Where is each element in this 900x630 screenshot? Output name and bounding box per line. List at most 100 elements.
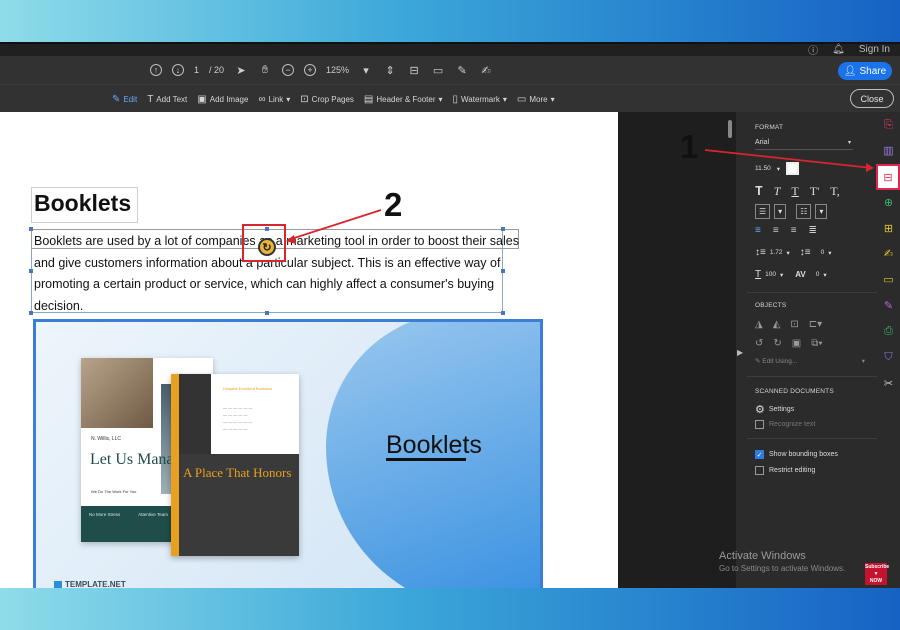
chevron-down-icon[interactable]: ▾ <box>815 204 828 219</box>
underline-icon[interactable]: T <box>791 184 798 199</box>
bell-icon[interactable]: 🔔︎ <box>832 44 845 55</box>
link-icon: ∞ <box>258 93 266 105</box>
create-pdf-icon[interactable]: ⊕ <box>880 194 897 211</box>
help-icon[interactable]: ⓘ <box>808 42 818 57</box>
crop-icon[interactable]: ⊡ <box>790 319 798 330</box>
chevron-down-icon[interactable]: ▾ <box>780 271 783 279</box>
close-button[interactable]: Close <box>850 89 894 108</box>
share-button[interactable]: 👤︎ Share <box>838 62 892 80</box>
rotate-right-icon[interactable]: ↻ <box>773 338 781 349</box>
show-bounding-boxes-checkbox[interactable]: ✓ <box>755 450 764 459</box>
chevron-down-icon[interactable]: ▾ <box>359 63 373 77</box>
edit-using-select[interactable]: ✎ Edit Using... ▾ <box>755 357 865 365</box>
bullet-list-icon[interactable]: ☰ <box>755 204 771 219</box>
align-right-icon[interactable]: ≡ <box>791 225 797 236</box>
panel-scrollbar[interactable] <box>728 120 732 138</box>
numbered-list-icon[interactable]: ☷ <box>796 204 812 219</box>
crop-pages-label: Crop Pages <box>311 94 354 104</box>
restrict-editing-checkbox[interactable] <box>755 466 764 475</box>
font-family-select[interactable]: Arial ▾ <box>755 139 853 150</box>
divider <box>747 438 877 439</box>
resize-handle[interactable] <box>29 269 33 273</box>
zoom-in-icon[interactable]: + <box>304 64 317 76</box>
more-tool[interactable]: ▭ More ▾ <box>517 94 555 105</box>
select-cursor-icon[interactable]: ➤ <box>234 63 248 77</box>
align-left-icon[interactable]: ≡ <box>755 225 761 236</box>
print-icon[interactable]: ⎙ <box>880 323 897 340</box>
subscript-icon[interactable]: T, <box>830 184 839 199</box>
export-pdf-icon[interactable]: ⎘ <box>880 117 897 134</box>
font-size-select[interactable]: 11.50 <box>755 165 771 172</box>
header-footer-label: Header & Footer <box>376 94 436 104</box>
organize-pages-icon[interactable]: ▥ <box>880 142 897 159</box>
subscribe-line-2: NOW <box>869 578 883 584</box>
edit-tool[interactable]: ✎ Edit <box>112 94 137 105</box>
fill-sign-icon[interactable]: ✍︎ <box>880 245 897 262</box>
pen-icon[interactable]: ✎ <box>455 63 469 77</box>
chevron-down-icon[interactable]: ▾ <box>777 165 780 173</box>
scroll-mode-icon[interactable]: ⊟ <box>407 63 421 77</box>
booklets-image[interactable]: N. Willis, LLC Let Us Manage We Do The W… <box>33 319 543 588</box>
restrict-editing-option[interactable]: Restrict editing <box>755 466 815 475</box>
recognize-text-option[interactable]: Recognize text <box>755 420 815 429</box>
crop-pages-tool[interactable]: ⊡ Crop Pages <box>300 94 354 105</box>
hand-tool-icon[interactable]: ✋︎ <box>258 63 272 77</box>
image-icon: ▣ <box>197 93 207 105</box>
fit-page-icon[interactable]: ⇕ <box>383 63 397 77</box>
align-center-icon[interactable]: ≡ <box>773 225 779 236</box>
collapse-panel-icon[interactable]: ▶ <box>737 348 743 357</box>
watermark-tool[interactable]: ▯ Watermark ▾ <box>453 94 507 105</box>
header-footer-tool[interactable]: ▤ Header & Footer ▾ <box>364 94 443 105</box>
zoom-out-icon[interactable]: − <box>282 64 295 76</box>
add-image-tool[interactable]: ▣ Add Image <box>197 94 248 105</box>
subscribe-badge[interactable]: Subscribe ▼ NOW <box>865 563 889 585</box>
chevron-down-icon[interactable]: ▾ <box>828 249 831 257</box>
chevron-down-icon[interactable]: ▾ <box>774 204 787 219</box>
flip-horizontal-icon[interactable]: ◭ <box>773 319 781 330</box>
link-tool[interactable]: ∞ Link ▾ <box>258 94 290 105</box>
page-heading[interactable]: Booklets <box>34 190 131 217</box>
edit-pdf-icon[interactable]: ⊟ <box>876 164 900 190</box>
zoom-level[interactable]: 125% <box>326 65 349 75</box>
show-bounding-boxes-label: Show bounding boxes <box>769 451 838 458</box>
align-objects-icon[interactable]: ⊏▾ <box>809 319 822 330</box>
add-text-tool[interactable]: T Add Text <box>147 94 187 105</box>
more-tools-icon[interactable]: ✂ <box>880 375 897 392</box>
resize-handle[interactable] <box>29 311 33 315</box>
sign-in-link[interactable]: Sign In <box>859 44 890 55</box>
chevron-down-icon: ▾ <box>550 94 555 104</box>
chevron-down-icon[interactable]: ▾ <box>787 249 790 257</box>
settings-button[interactable]: ⚙ Settings <box>755 403 794 416</box>
protect-icon[interactable]: ⛉ <box>880 349 897 366</box>
comment-icon[interactable]: ▭ <box>880 271 897 288</box>
flip-vertical-icon[interactable]: ◮ <box>755 319 763 330</box>
sign-icon[interactable]: ✍︎ <box>479 63 493 77</box>
paragraph-spacing-value[interactable]: 0 <box>821 249 825 256</box>
watermark-icon: ▯ <box>452 93 459 105</box>
recognize-text-checkbox[interactable] <box>755 420 764 429</box>
show-bounding-boxes-option[interactable]: ✓ Show bounding boxes <box>755 450 838 459</box>
page-down-icon[interactable]: ↓ <box>172 64 184 76</box>
superscript-icon[interactable]: T' <box>810 184 820 199</box>
chevron-down-icon[interactable]: ▾ <box>823 271 826 279</box>
rotate-left-icon[interactable]: ↺ <box>755 338 763 349</box>
document-page[interactable]: Booklets Booklets are used by a lot of c… <box>0 112 618 588</box>
text-color-swatch[interactable] <box>786 162 800 175</box>
char-spacing-value[interactable]: 0 <box>816 271 820 278</box>
comment-icon[interactable]: ▭ <box>431 63 445 77</box>
request-signature-icon[interactable]: ✎ <box>880 297 897 314</box>
line-spacing-value[interactable]: 1.72 <box>770 249 783 256</box>
rotate-cursor-icon[interactable]: ↻ <box>258 238 276 256</box>
arrange-icon[interactable]: ⧉▾ <box>811 338 822 349</box>
book1-company: N. Willis, LLC <box>91 436 122 442</box>
horizontal-scale-value[interactable]: 100 <box>765 271 776 278</box>
italic-icon[interactable]: T <box>774 184 781 199</box>
bold-icon[interactable]: 𝐓 <box>755 184 763 199</box>
justify-icon[interactable]: ≣ <box>809 225 817 236</box>
page-number-input[interactable]: 1 <box>194 65 199 75</box>
combine-files-icon[interactable]: ⊞ <box>880 220 897 237</box>
resize-handle[interactable] <box>29 227 33 231</box>
replace-image-icon[interactable]: ▣ <box>792 338 801 349</box>
page-up-icon[interactable]: ↑ <box>150 64 162 76</box>
objects-heading: OBJECTS <box>755 302 787 309</box>
